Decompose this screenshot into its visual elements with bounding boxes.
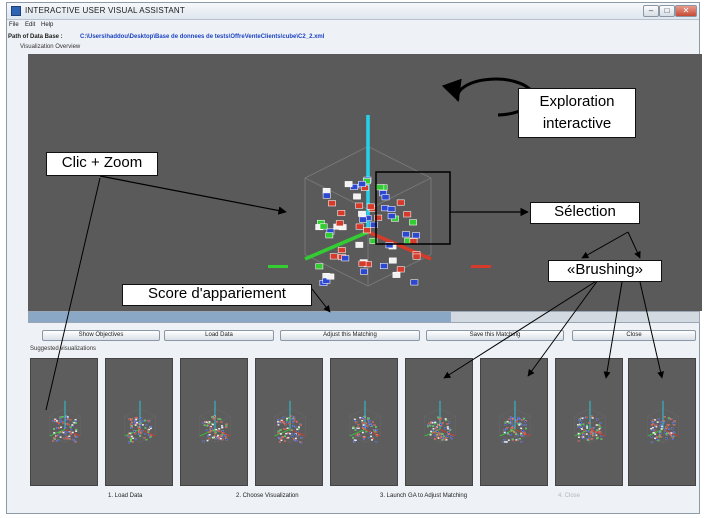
adjust-matching-button[interactable]: Adjust this Matching [280,330,420,341]
app-icon [11,6,21,16]
data-cube [574,400,606,443]
close-window-button[interactable]: ✕ [675,5,697,17]
minimize-button[interactable]: – [643,5,659,17]
suggested-visualization-thumbnail[interactable] [555,358,623,486]
close-button[interactable]: Close [572,330,696,341]
load-data-button[interactable]: Load Data [164,330,274,341]
path-value: C:\Users\haddou\Desktop\Base de donnees … [80,34,325,40]
step-launch-ga: 3. Launch GA to Adjust Matching [380,493,468,499]
menu-help[interactable]: Help [41,22,53,28]
step-choose-visualization: 2. Choose Visualization [236,493,299,499]
data-cube [647,400,679,444]
annotation-exploration-line1: Exploration [539,93,615,110]
thumbnail-cube-view [274,400,306,444]
data-cube [499,400,531,443]
thumbnail-cube-view [199,400,231,443]
thumbnail-cube-view [49,400,81,443]
suggested-visualizations-label: Suggested visualizations [30,346,97,352]
data-cube [124,400,156,444]
data-cube [349,400,381,443]
suggested-visualization-thumbnail[interactable] [180,358,248,486]
matching-score-bar [28,311,700,323]
maximize-button[interactable]: □ [659,5,675,17]
menu-file[interactable]: File [9,22,19,28]
data-cube [274,400,306,444]
thumbnail-cube-view [349,400,381,443]
save-matching-button[interactable]: Save this Matching [426,330,564,341]
thumbnail-cube-view [647,400,679,444]
annotation-brushing: «Brushing» [548,260,662,282]
data-cube [424,400,456,443]
suggested-visualization-thumbnail[interactable] [30,358,98,486]
suggested-visualization-thumbnail[interactable] [330,358,398,486]
data-cube [199,400,231,443]
step-load-data: 1. Load Data [108,493,143,499]
thumbnail-cube-view [124,400,156,444]
annotation-selection: Sélection [530,202,640,224]
show-objectives-button[interactable]: Show Objectives [42,330,160,341]
suggested-visualization-thumbnail[interactable] [255,358,323,486]
menu-edit[interactable]: Edit [25,22,35,28]
thumbnail-cube-view [499,400,531,443]
annotation-clic-zoom: Clic + Zoom [46,152,158,176]
suggested-visualization-thumbnail[interactable] [480,358,548,486]
matching-score-fill [29,312,452,322]
thumbnail-cube-view [424,400,456,443]
window-title: INTERACTIVE USER VISUAL ASSISTANT [25,6,185,15]
suggested-visualization-thumbnail[interactable] [628,358,696,486]
title-bar: INTERACTIVE USER VISUAL ASSISTANT – □ ✕ [7,3,699,20]
annotation-score: Score d'appariement [122,284,312,306]
data-cube [304,114,432,287]
path-label: Path of Data Base : [8,34,63,40]
step-close: 4. Close [558,493,581,499]
thumbnail-cube-view [574,400,606,443]
visualization-overview-label: Visualization Overview [20,44,81,50]
data-cube [49,400,81,443]
suggested-visualization-thumbnail[interactable] [105,358,173,486]
annotation-exploration-line2: interactive [542,115,612,132]
annotation-exploration: Exploration interactive [518,88,636,138]
suggested-visualization-thumbnail[interactable] [405,358,473,486]
menu-bar: File Edit Help [7,21,699,31]
